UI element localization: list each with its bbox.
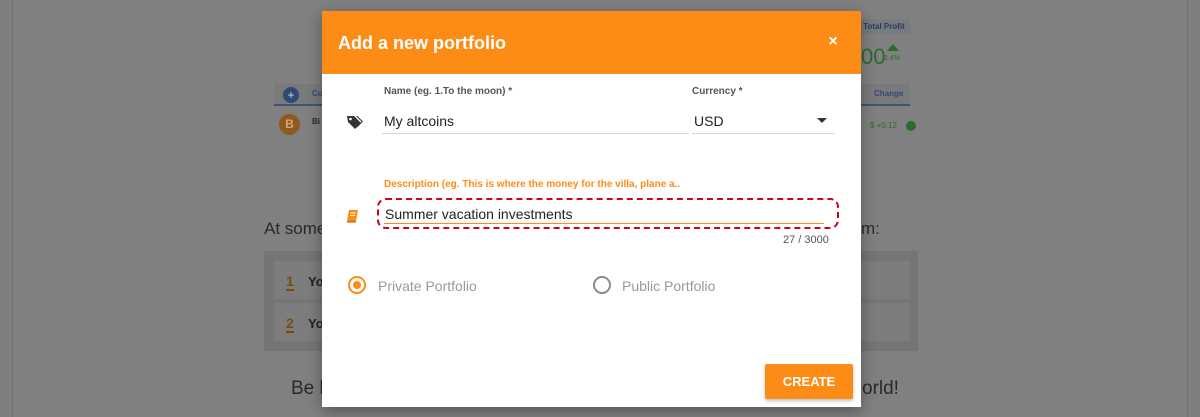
intro-text-right: m: (861, 219, 880, 238)
total-profit-percent: 2.4% (884, 55, 900, 62)
name-label: Name (eg. 1.To the moon) * (384, 86, 513, 97)
step-number: 2 (286, 315, 294, 333)
public-portfolio-radio[interactable] (593, 276, 611, 294)
coin-name: Bi (312, 117, 320, 126)
step-number: 1 (286, 273, 294, 291)
total-profit-label: Total Profit (858, 19, 910, 34)
create-button[interactable]: CREATE (765, 364, 853, 399)
add-coin-icon: + (283, 87, 299, 103)
add-portfolio-dialog: Add a new portfolio × Name (eg. 1.To the… (322, 11, 861, 407)
total-profit-value: 00 (861, 44, 886, 69)
dialog-header: Add a new portfolio × (322, 11, 861, 74)
caret-down-icon (817, 118, 827, 123)
portfolio-name-input[interactable] (382, 108, 689, 134)
currency-dropdown[interactable]: USD (692, 108, 835, 134)
currency-label: Currency * (692, 86, 743, 97)
description-label: Description (eg. This is where the money… (384, 179, 681, 190)
tags-icon (347, 116, 363, 129)
dialog-title: Add a new portfolio (338, 33, 506, 53)
footer-text-right: orld! (862, 378, 899, 399)
description-highlight (377, 198, 839, 229)
change-up-icon (906, 121, 916, 131)
private-portfolio-radio[interactable] (348, 276, 366, 294)
coin-change-value: $ +0.12 (870, 121, 897, 130)
bitcoin-icon: B (279, 114, 300, 135)
private-portfolio-label[interactable]: Private Portfolio (378, 278, 477, 294)
profit-up-icon (887, 44, 899, 51)
close-icon[interactable]: × (825, 33, 841, 51)
intro-text-left: At some (264, 219, 327, 238)
character-counter: 27 / 3000 (783, 234, 829, 246)
description-input[interactable] (384, 204, 824, 224)
currency-selected-value: USD (694, 113, 724, 129)
public-portfolio-label[interactable]: Public Portfolio (622, 278, 715, 294)
change-column-header: Change (874, 89, 904, 98)
book-icon (347, 210, 358, 223)
